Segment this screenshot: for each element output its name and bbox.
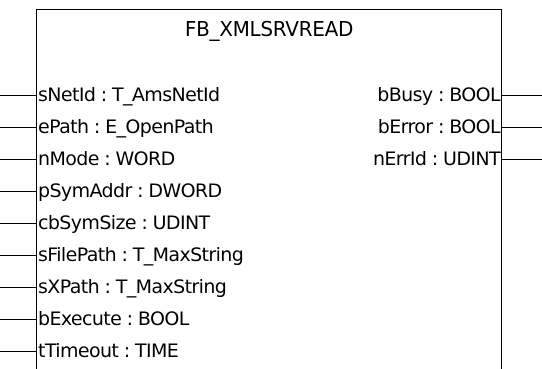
input-pin-label: sFilePath : T_MaxString bbox=[38, 244, 244, 266]
input-pin-label: bExecute : BOOL bbox=[38, 308, 189, 330]
input-pin-connector bbox=[0, 191, 36, 192]
input-pin-connector bbox=[0, 223, 36, 224]
input-pin-connector bbox=[0, 287, 36, 288]
output-pin-connector bbox=[502, 127, 542, 128]
input-pin-label: sXPath : T_MaxString bbox=[38, 276, 227, 298]
output-pin-nerrid: nErrId : UDINT bbox=[0, 146, 542, 172]
input-pin-connector bbox=[0, 319, 36, 320]
output-pin-berror: bError : BOOL bbox=[0, 114, 542, 140]
input-pin-connector bbox=[0, 351, 36, 352]
output-pin-label: bBusy : BOOL bbox=[377, 84, 500, 106]
function-block-title: FB_XMLSRVREAD bbox=[184, 17, 354, 41]
input-pin-label: cbSymSize : UDINT bbox=[38, 212, 210, 234]
input-pin-label: tTimeout : TIME bbox=[38, 340, 179, 362]
input-pin-connector bbox=[0, 255, 36, 256]
output-pin-connector bbox=[502, 159, 542, 160]
function-block-diagram: FB_XMLSRVREAD sNetId : T_AmsNetId ePath … bbox=[0, 0, 542, 369]
output-pin-label: bError : BOOL bbox=[377, 116, 501, 138]
output-pin-connector bbox=[502, 95, 542, 96]
output-pin-label: nErrId : UDINT bbox=[372, 148, 501, 170]
output-pin-bbusy: bBusy : BOOL bbox=[0, 82, 542, 108]
input-pin-label: pSymAddr : DWORD bbox=[38, 180, 222, 202]
